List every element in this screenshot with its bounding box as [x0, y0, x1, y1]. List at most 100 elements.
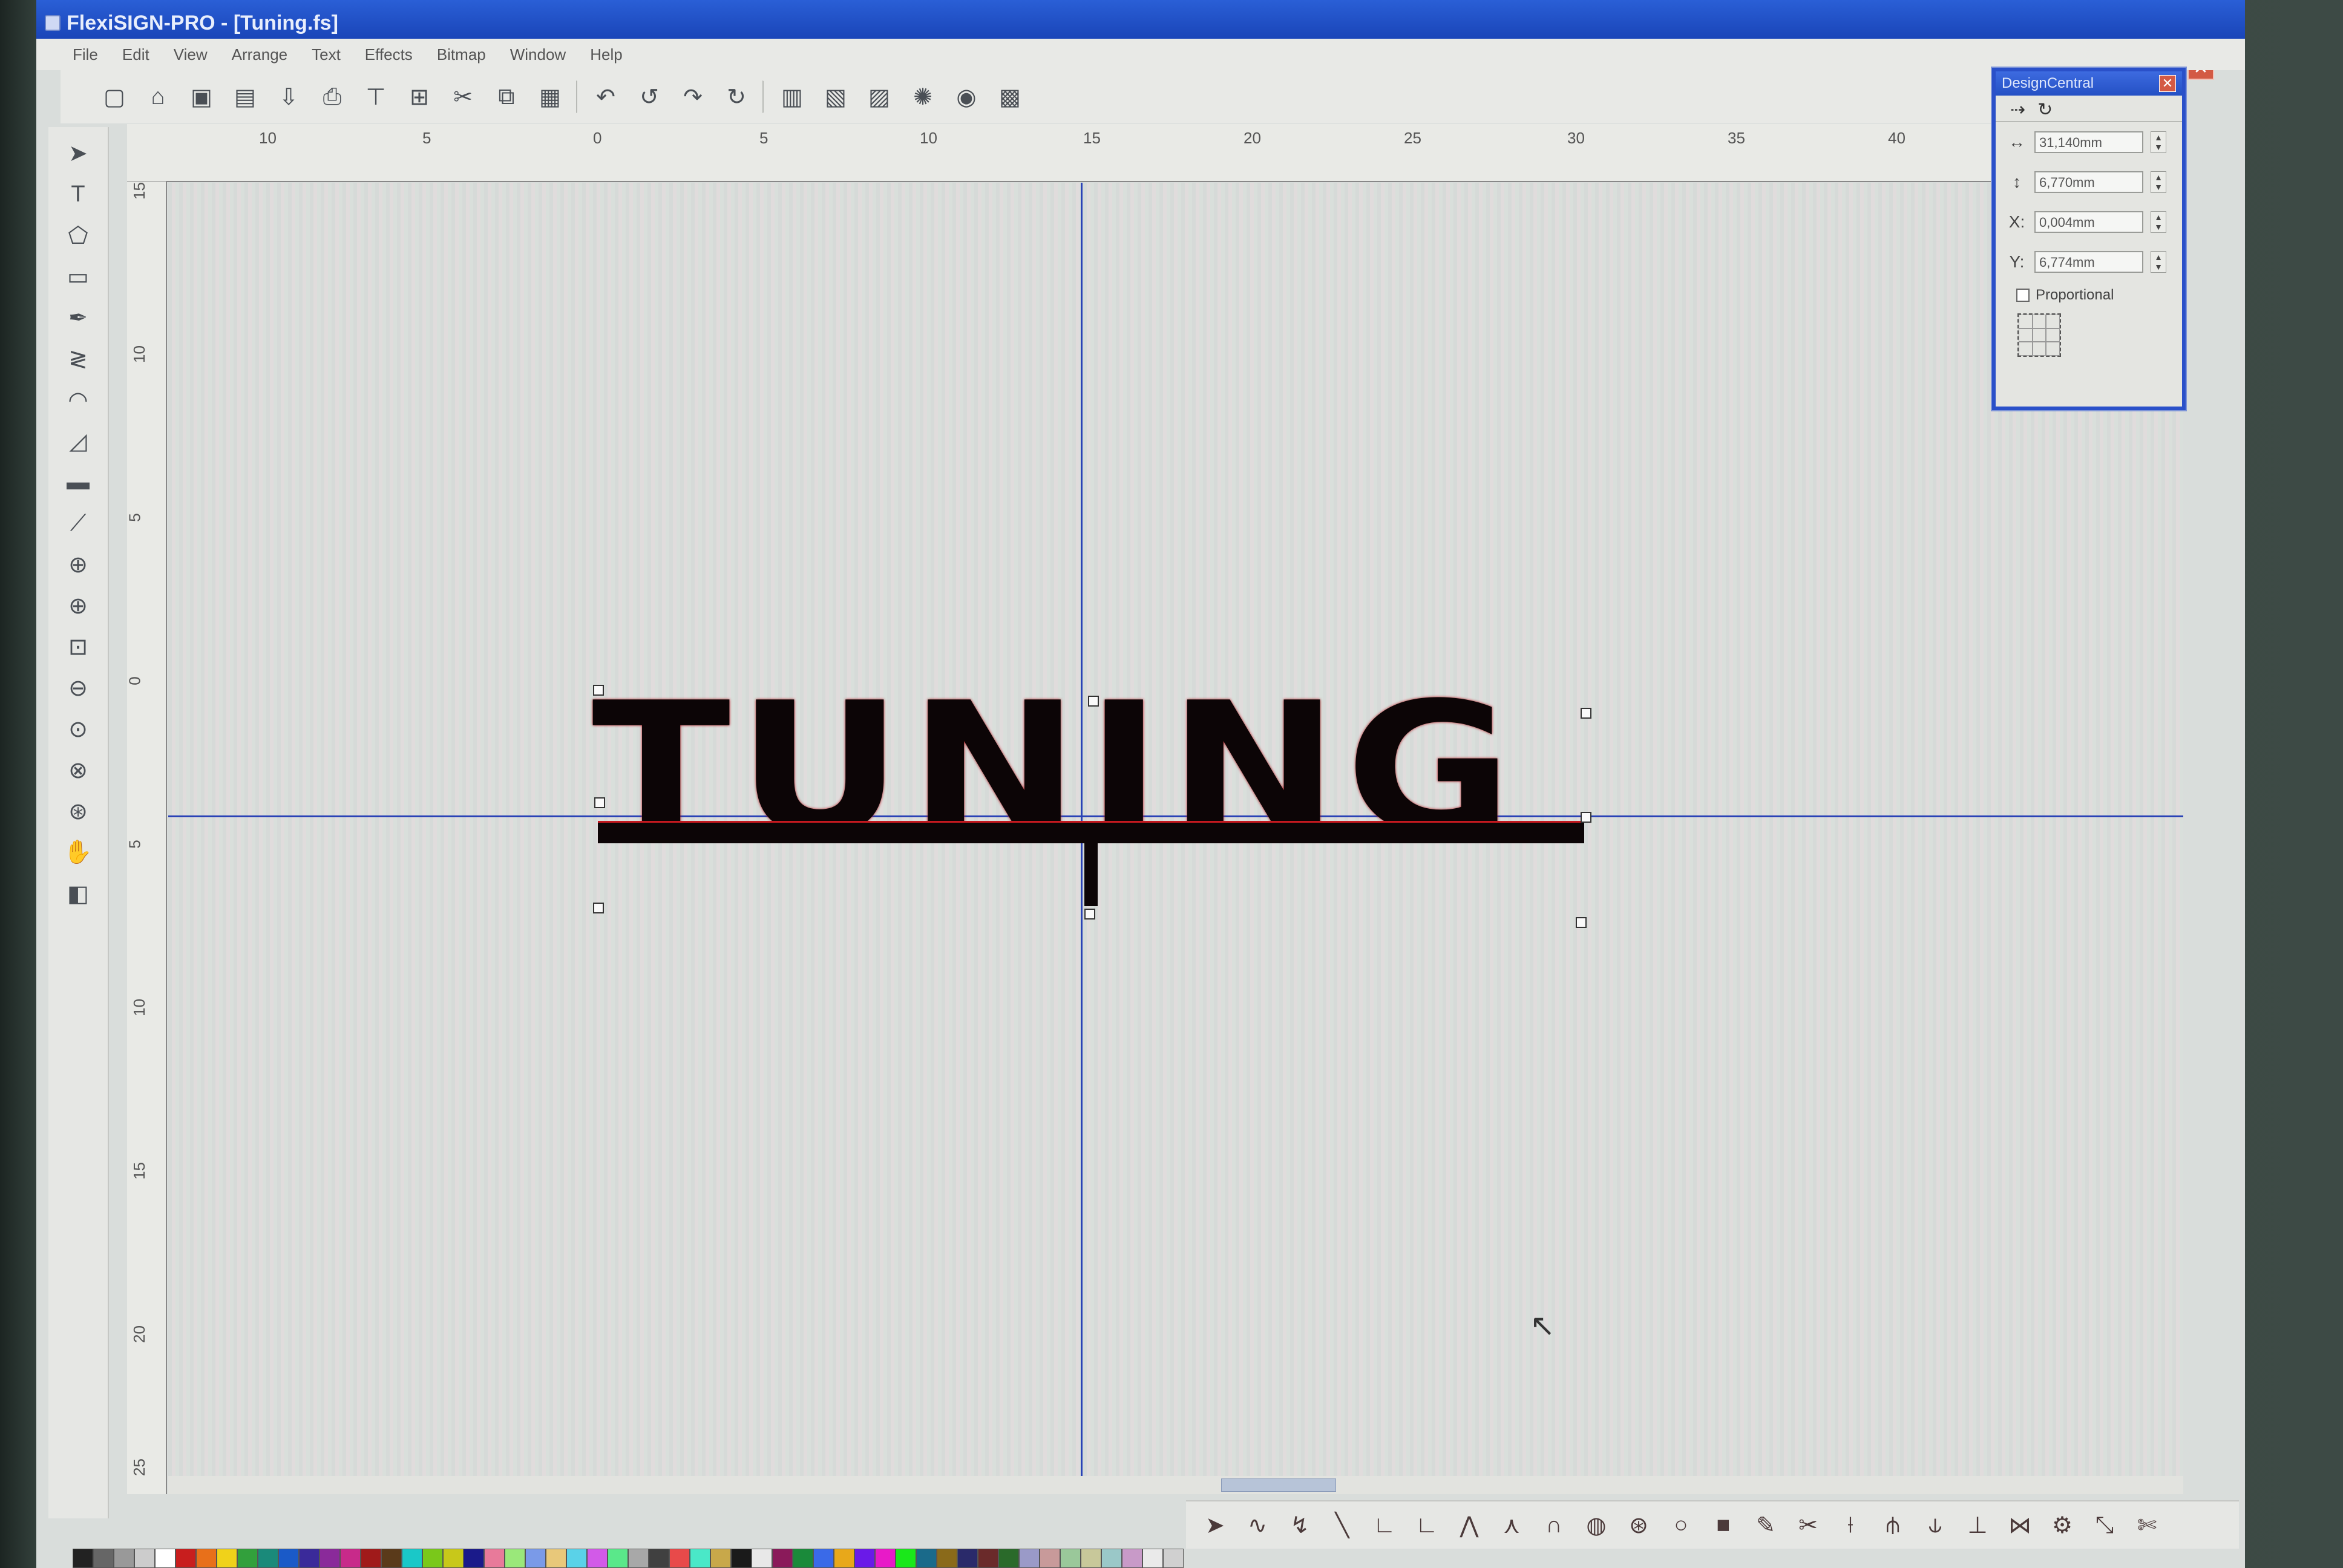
- proportional-option[interactable]: Proportional: [1996, 282, 2182, 309]
- undo-icon[interactable]: ↶: [588, 79, 623, 114]
- select-icon[interactable]: ➤: [59, 139, 97, 167]
- pen-node-icon[interactable]: ✎: [1749, 1508, 1783, 1542]
- color-swatch[interactable]: [752, 1549, 772, 1568]
- color-swatch[interactable]: [258, 1549, 278, 1568]
- menu-file[interactable]: File: [73, 45, 98, 64]
- job-icon[interactable]: ▨: [862, 79, 897, 114]
- corner-icon[interactable]: ∟: [1368, 1508, 1401, 1542]
- scrollbar-thumb[interactable]: [1221, 1478, 1336, 1492]
- zoom-area-icon[interactable]: ⊕: [59, 550, 97, 578]
- selection-handle[interactable]: [1576, 917, 1587, 928]
- copy-icon[interactable]: ⧉: [489, 79, 524, 114]
- corner2-icon[interactable]: ∟: [1410, 1508, 1444, 1542]
- layout-icon[interactable]: ▥: [775, 79, 810, 114]
- scissors-icon[interactable]: ✂: [445, 79, 480, 114]
- tangent-icon[interactable]: ⊛: [1622, 1508, 1656, 1542]
- selection-handle[interactable]: [593, 903, 604, 913]
- color-swatch[interactable]: [73, 1549, 93, 1568]
- save-as-icon[interactable]: ▤: [228, 79, 263, 114]
- color-swatch[interactable]: [731, 1549, 752, 1568]
- selection-handle[interactable]: [1581, 708, 1591, 719]
- color-swatch[interactable]: [957, 1549, 978, 1568]
- y-field[interactable]: 6,774mm: [2034, 251, 2143, 273]
- open-icon[interactable]: ⌂: [140, 79, 175, 114]
- smooth-icon[interactable]: ∿: [1240, 1508, 1274, 1542]
- distribute-icon[interactable]: ⊥: [1961, 1508, 1994, 1542]
- zoom-page-icon[interactable]: ⊡: [59, 633, 97, 661]
- selection-handle[interactable]: [1088, 696, 1099, 707]
- color-swatch[interactable]: [669, 1549, 690, 1568]
- color-swatch[interactable]: [710, 1549, 731, 1568]
- color-swatch[interactable]: [937, 1549, 957, 1568]
- color-swatch[interactable]: [134, 1549, 155, 1568]
- color-swatch[interactable]: [1122, 1549, 1142, 1568]
- rotate-tab-icon[interactable]: ↻: [2037, 99, 2053, 120]
- print-icon[interactable]: ⎙: [315, 79, 350, 114]
- selection-handle[interactable]: [1581, 812, 1591, 823]
- height-field[interactable]: 6,770mm: [2034, 171, 2143, 193]
- selection-handle[interactable]: [593, 685, 604, 696]
- rectangle-icon[interactable]: ▭: [59, 263, 97, 290]
- color-swatch[interactable]: [196, 1549, 217, 1568]
- fill-node-icon[interactable]: ■: [1706, 1508, 1740, 1542]
- color-swatch[interactable]: [114, 1549, 134, 1568]
- menu-effects[interactable]: Effects: [365, 45, 413, 64]
- color-swatch[interactable]: [464, 1549, 484, 1568]
- fill-icon[interactable]: ◧: [59, 880, 97, 907]
- color-swatch[interactable]: [381, 1549, 402, 1568]
- proportional-checkbox[interactable]: [2016, 289, 2030, 302]
- import-icon[interactable]: ⇩: [271, 79, 306, 114]
- color-picker-icon[interactable]: ◉: [949, 79, 984, 114]
- color-swatch[interactable]: [525, 1549, 546, 1568]
- color-swatch[interactable]: [93, 1549, 114, 1568]
- color-swatch[interactable]: [320, 1549, 340, 1568]
- redo2-icon[interactable]: ↻: [719, 79, 754, 114]
- color-swatch[interactable]: [834, 1549, 854, 1568]
- menu-edit[interactable]: Edit: [122, 45, 149, 64]
- color-swatch[interactable]: [443, 1549, 464, 1568]
- color-swatch[interactable]: [1040, 1549, 1060, 1568]
- join-icon[interactable]: ⋏: [1495, 1508, 1529, 1542]
- menu-help[interactable]: Help: [590, 45, 622, 64]
- measure-icon[interactable]: ▬: [59, 468, 97, 496]
- color-swatch[interactable]: [978, 1549, 998, 1568]
- color-swatch[interactable]: [1019, 1549, 1040, 1568]
- height-spinner[interactable]: ▲ ▼: [2151, 171, 2166, 193]
- width-field[interactable]: 31,140mm: [2034, 131, 2143, 153]
- color-swatch[interactable]: [299, 1549, 320, 1568]
- node-edit-icon[interactable]: ➤: [1198, 1508, 1232, 1542]
- color-swatch[interactable]: [813, 1549, 834, 1568]
- color-swatch[interactable]: [916, 1549, 937, 1568]
- width-spinner[interactable]: ▲ ▼: [2151, 131, 2166, 153]
- redo-icon[interactable]: ↷: [675, 79, 710, 114]
- break-icon[interactable]: ⋀: [1452, 1508, 1486, 1542]
- save-icon[interactable]: ▣: [184, 79, 219, 114]
- eraser-icon[interactable]: ◿: [59, 427, 97, 455]
- color-swatch[interactable]: [854, 1549, 875, 1568]
- round-icon[interactable]: ○: [1664, 1508, 1698, 1542]
- color-swatch[interactable]: [587, 1549, 608, 1568]
- zigzag-icon[interactable]: ≷: [59, 345, 97, 373]
- move-tab-icon[interactable]: ⇢: [2010, 99, 2025, 120]
- color-swatch[interactable]: [361, 1549, 381, 1568]
- color-swatch[interactable]: [175, 1549, 196, 1568]
- horizontal-scrollbar[interactable]: [168, 1476, 2183, 1494]
- shape-icon[interactable]: ⬠: [59, 221, 97, 249]
- color-swatch[interactable]: [690, 1549, 710, 1568]
- new-icon[interactable]: ▢: [97, 79, 132, 114]
- align-icon[interactable]: ⫛: [1876, 1508, 1910, 1542]
- color-swatch[interactable]: [422, 1549, 443, 1568]
- menu-bitmap[interactable]: Bitmap: [437, 45, 486, 64]
- zoom-selected-icon[interactable]: ⊛: [59, 797, 97, 825]
- x-field[interactable]: 0,004mm: [2034, 211, 2143, 233]
- color-swatch[interactable]: [998, 1549, 1019, 1568]
- curve-icon[interactable]: ↯: [1283, 1508, 1317, 1542]
- paste-icon[interactable]: ▦: [532, 79, 568, 114]
- y-spinner[interactable]: ▲ ▼: [2151, 251, 2166, 273]
- circle-node-icon[interactable]: ◍: [1579, 1508, 1613, 1542]
- design-central-titlebar[interactable]: DesignCentral ✕: [1996, 71, 2182, 96]
- selection-handle[interactable]: [594, 797, 605, 808]
- split-icon[interactable]: ⟊: [1833, 1508, 1867, 1542]
- cut-output-icon[interactable]: ⊤: [358, 79, 393, 114]
- pen-icon[interactable]: ✒: [59, 304, 97, 332]
